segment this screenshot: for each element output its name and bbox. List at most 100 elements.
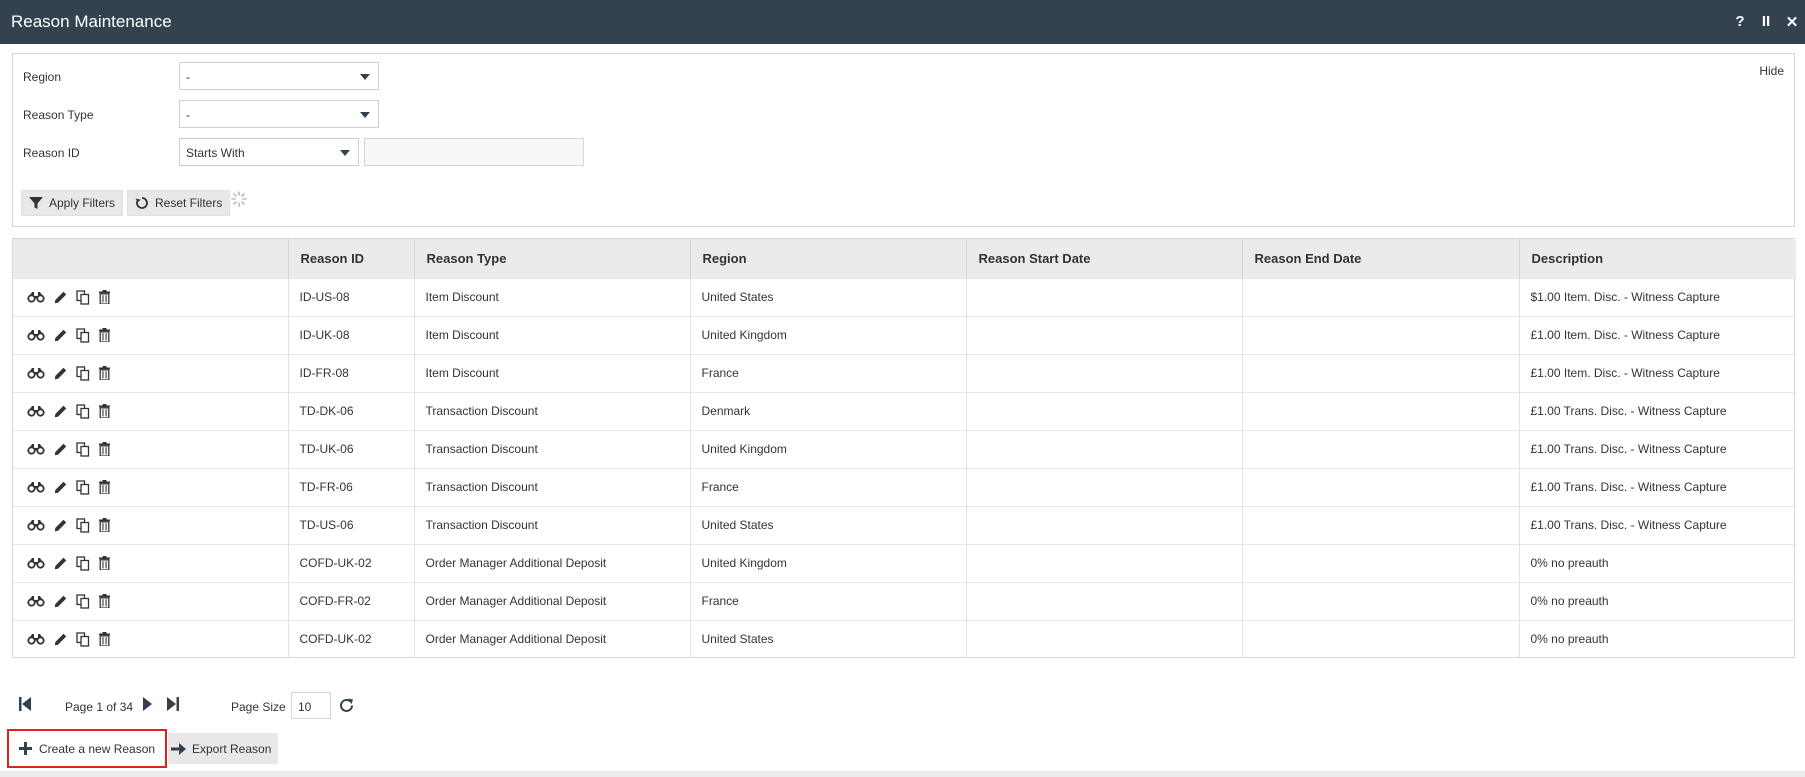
column-header-reason-id[interactable]: Reason ID [287,239,414,278]
help-icon[interactable]: ? [1733,13,1747,31]
copy-icon[interactable] [76,593,90,609]
copy-icon[interactable] [76,289,90,305]
pencil-icon[interactable] [54,367,67,380]
cell-reason-id: ID-US-08 [287,277,414,316]
column-header-start-date[interactable]: Reason Start Date [965,239,1242,278]
reset-filters-button[interactable]: Reset Filters [127,190,231,216]
row-actions-cell [13,619,288,658]
cell-reason-id: COFD-UK-02 [287,619,414,658]
table-row[interactable]: ID-FR-08 Item Discount France £1.00 Item. D… [13,353,1796,392]
table-row[interactable]: TD-US-06 Transaction Discount United State… [13,505,1796,544]
cell-reason-id: TD-UK-06 [287,429,414,468]
binoculars-icon[interactable] [27,329,45,341]
binoculars-icon[interactable] [27,443,45,455]
refresh-icon[interactable] [338,697,355,714]
reason-type-select[interactable]: - [179,100,379,128]
binoculars-icon[interactable] [27,557,45,569]
cell-region: United Kingdom [689,429,966,468]
last-page-icon[interactable] [166,696,180,712]
pencil-icon[interactable] [54,443,67,456]
cell-region: United States [689,505,966,544]
row-actions [27,593,288,609]
copy-icon[interactable] [76,327,90,343]
trash-icon[interactable] [99,404,110,418]
create-reason-button[interactable]: Create a new Reason [7,729,167,768]
cell-reason-type: Item Discount [413,353,690,392]
copy-icon[interactable] [76,555,90,571]
copy-icon[interactable] [76,441,90,457]
copy-icon[interactable] [76,365,90,381]
binoculars-icon[interactable] [27,519,45,531]
cell-description: 0% no preauth [1518,619,1796,658]
cell-start-date [965,391,1242,430]
reset-filters-label: Reset Filters [155,196,223,210]
pencil-icon[interactable] [54,329,67,342]
row-actions [27,365,288,381]
binoculars-icon[interactable] [27,595,45,607]
table-row[interactable]: TD-FR-06 Transaction Discount France £1.00 … [13,467,1796,506]
reason-id-operator-select[interactable]: Starts With [179,138,359,166]
export-reason-button[interactable]: Export Reason [168,733,278,764]
trash-icon[interactable] [99,480,110,494]
trash-icon[interactable] [99,518,110,532]
cell-start-date [965,277,1242,316]
table-row[interactable]: TD-UK-06 Transaction Discount United Kingd… [13,429,1796,468]
cell-region: France [689,353,966,392]
pencil-icon[interactable] [54,405,67,418]
apply-filters-button[interactable]: Apply Filters [21,190,124,216]
trash-icon[interactable] [99,366,110,380]
trash-icon[interactable] [99,594,110,608]
reason-id-input[interactable] [364,138,584,166]
pencil-icon[interactable] [54,291,67,304]
cell-end-date [1241,619,1519,658]
copy-icon[interactable] [76,632,90,647]
pencil-icon[interactable] [54,481,67,494]
cell-region: France [689,581,966,620]
cell-reason-id: COFD-FR-02 [287,581,414,620]
pencil-icon[interactable] [54,633,67,646]
region-select[interactable]: - [179,62,379,90]
column-header-description[interactable]: Description [1518,239,1796,278]
table-row[interactable]: TD-DK-06 Transaction Discount Denmark £1.00… [13,391,1796,430]
row-actions-cell [13,391,288,430]
binoculars-icon[interactable] [27,633,45,645]
close-icon[interactable]: ✕ [1785,13,1799,31]
pause-icon[interactable]: II [1759,13,1773,31]
filter-panel: Hide Region - Reason Type - Reason ID St… [12,53,1795,227]
column-header-end-date[interactable]: Reason End Date [1241,239,1519,278]
first-page-icon[interactable] [18,696,32,712]
trash-icon[interactable] [99,442,110,456]
column-header-actions [13,239,288,278]
trash-icon[interactable] [99,556,110,570]
column-header-region[interactable]: Region [689,239,966,278]
table-row[interactable]: ID-UK-08 Item Discount United Kingdom £1.00… [13,315,1796,354]
copy-icon[interactable] [76,403,90,419]
trash-icon[interactable] [99,632,110,647]
row-actions-cell [13,543,288,582]
pencil-icon[interactable] [54,595,67,608]
binoculars-icon[interactable] [27,405,45,417]
hide-filters-link[interactable]: Hide [1759,64,1784,78]
trash-icon[interactable] [99,328,110,342]
cell-start-date [965,581,1242,620]
table-row[interactable]: ID-US-08 Item Discount United States $1.00 … [13,277,1796,316]
copy-icon[interactable] [76,479,90,495]
binoculars-icon[interactable] [27,367,45,379]
table-row[interactable]: COFD-UK-02 Order Manager Additional Depos… [13,543,1796,582]
region-select-value: - [186,70,190,84]
next-page-icon[interactable] [142,696,153,712]
cell-reason-id: TD-FR-06 [287,467,414,506]
cell-region: United States [689,619,966,658]
table-row[interactable]: COFD-UK-02 Order Manager Additional Depos… [13,619,1796,658]
cell-description: £1.00 Item. Disc. - Witness Capture [1518,353,1796,392]
pencil-icon[interactable] [54,557,67,570]
trash-icon[interactable] [99,290,110,304]
table-row[interactable]: COFD-FR-02 Order Manager Additional Depos… [13,581,1796,620]
cell-region: United Kingdom [689,543,966,582]
pencil-icon[interactable] [54,519,67,532]
page-size-input[interactable]: 10 [291,692,331,719]
copy-icon[interactable] [76,517,90,533]
binoculars-icon[interactable] [27,291,45,303]
column-header-reason-type[interactable]: Reason Type [413,239,690,278]
binoculars-icon[interactable] [27,481,45,493]
